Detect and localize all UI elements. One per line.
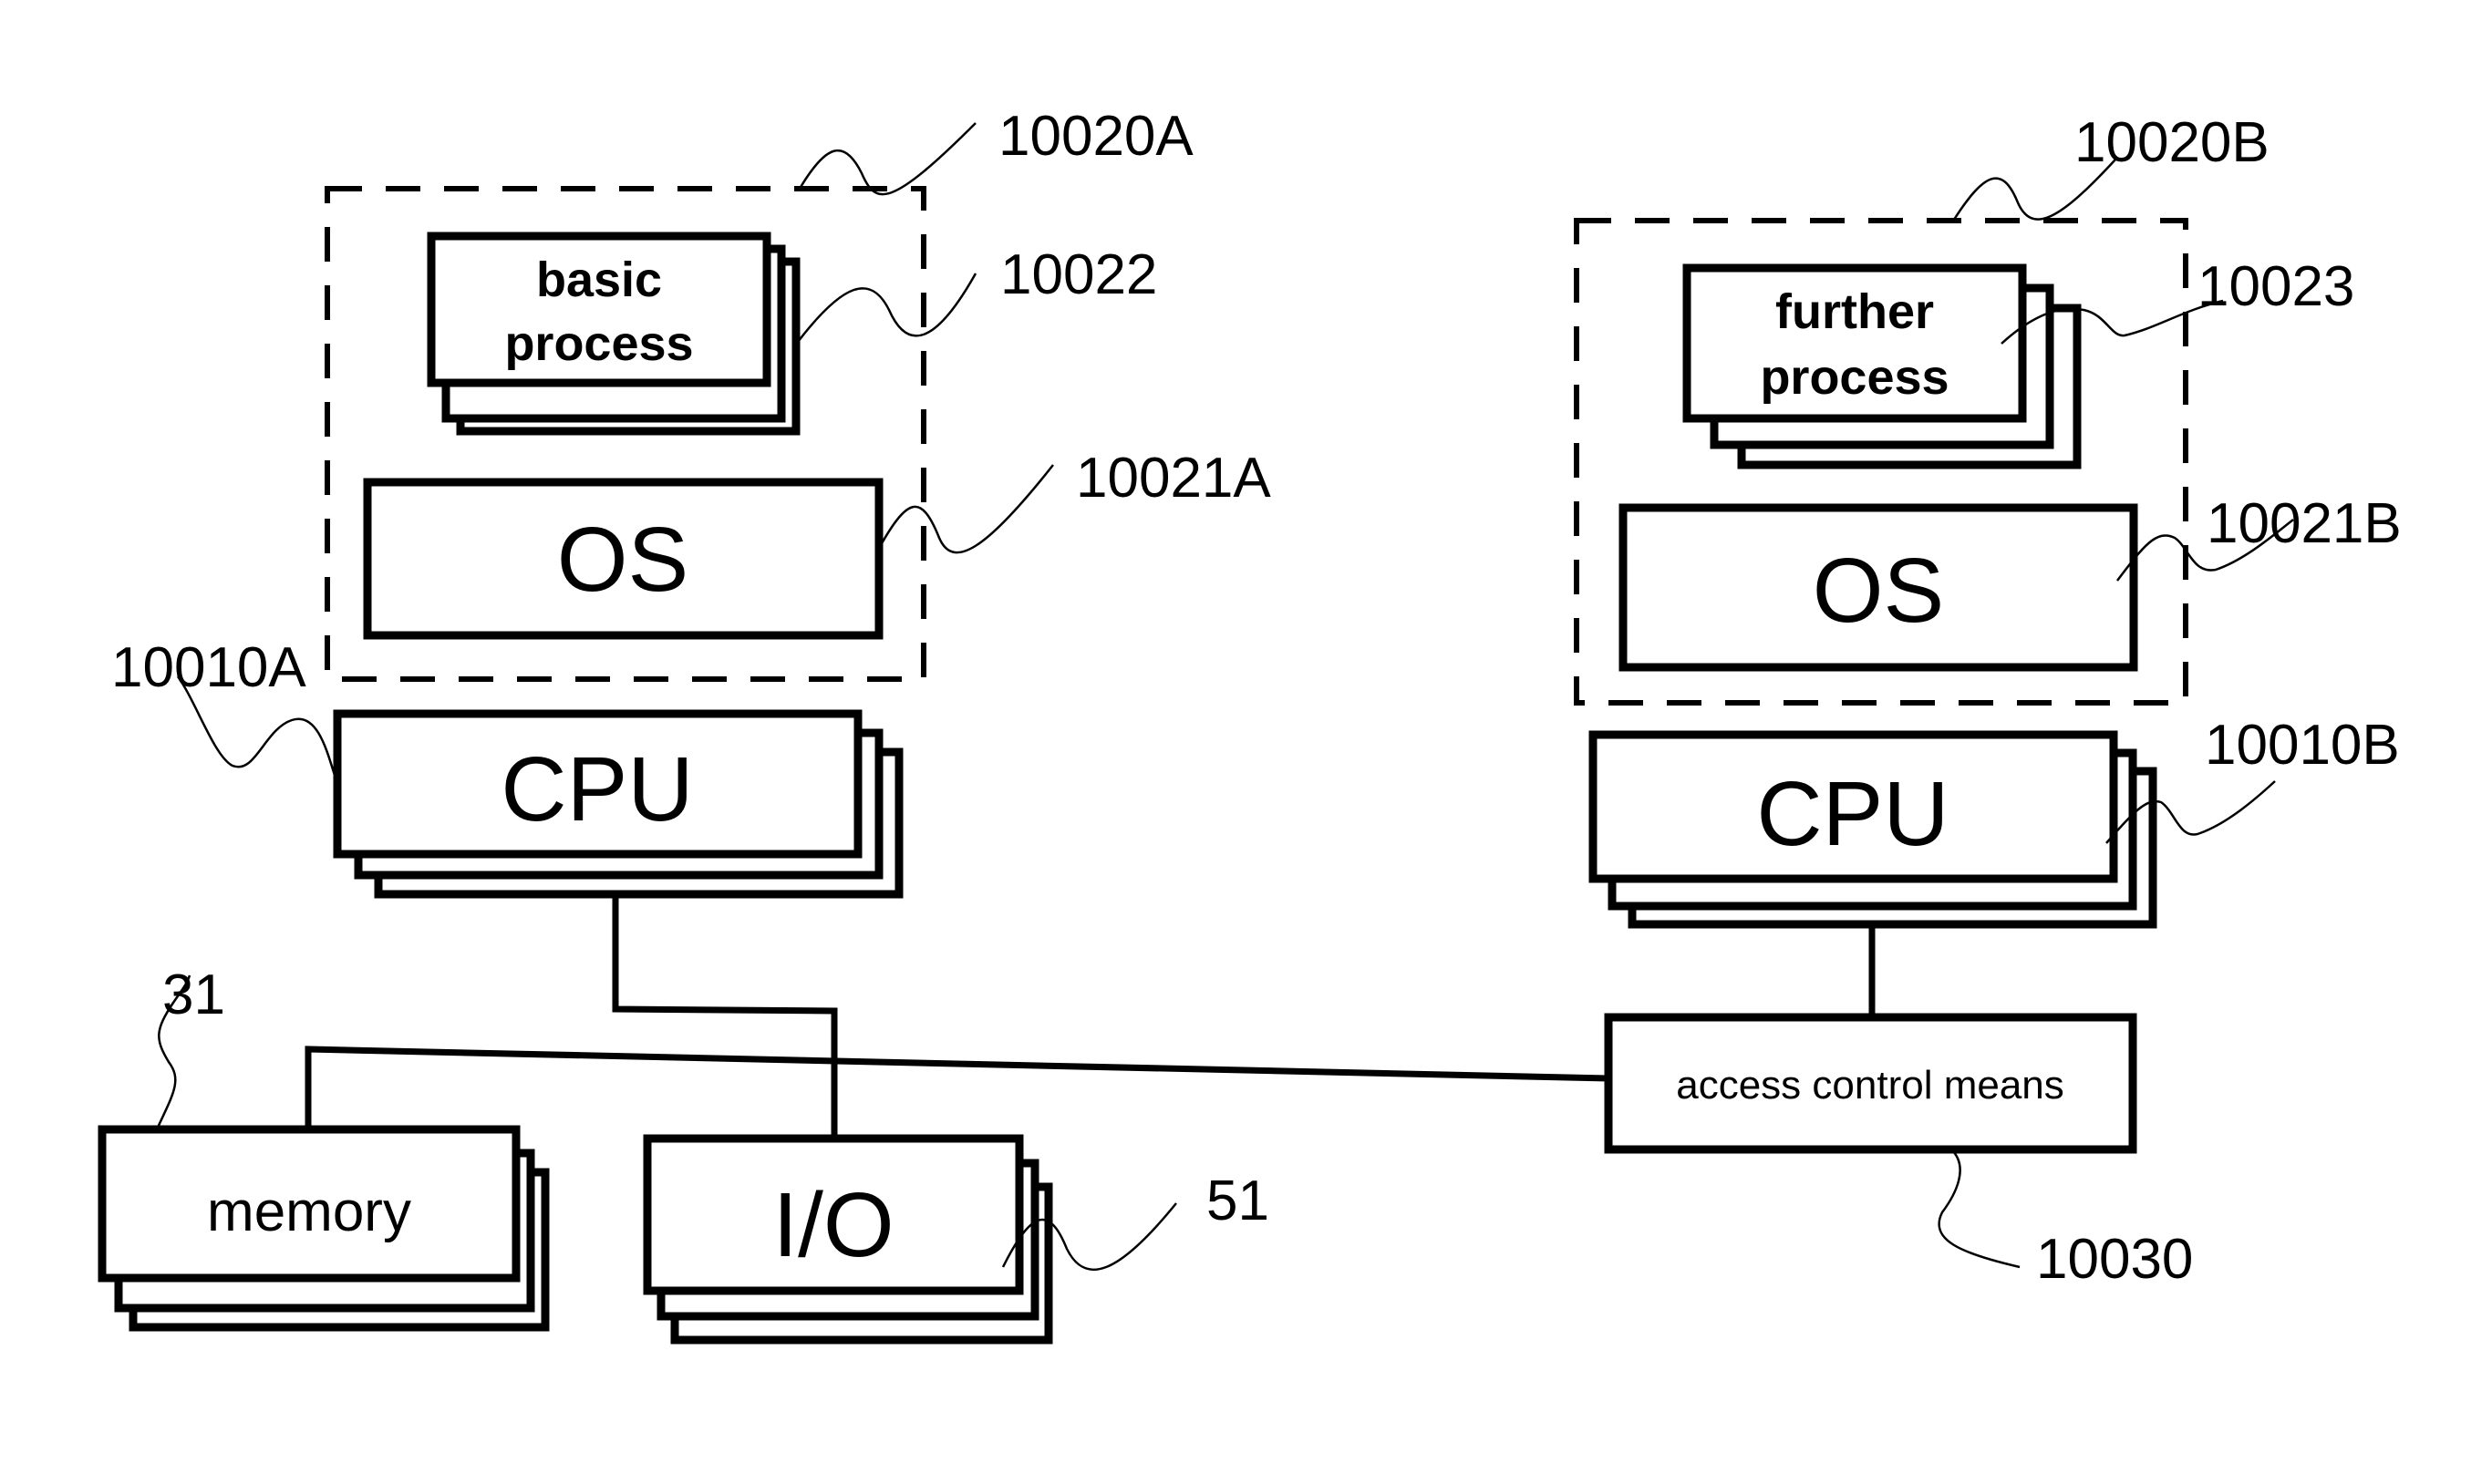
memory-label: memory — [207, 1180, 411, 1243]
further-process-stack: further process — [1682, 263, 2082, 469]
access-control-label: access control means — [1676, 1063, 2064, 1108]
ref-10010b: 10010B — [2205, 714, 2400, 777]
ref-10021a: 10021A — [1076, 447, 1271, 510]
ref-31: 31 — [162, 964, 225, 1026]
leader-10021a — [875, 464, 1054, 554]
ref-10010a: 10010A — [111, 636, 306, 699]
io-label: I/O — [772, 1174, 894, 1276]
leader-10030 — [1938, 1149, 2021, 1269]
system-diagram: basic process OS CPU further process OS … — [98, 105, 2402, 1345]
cpu-a-label: CPU — [501, 738, 693, 840]
leader-10022-b — [797, 273, 977, 343]
cpu-a-stack: CPU — [333, 709, 904, 899]
io-stack: I/O — [643, 1134, 1053, 1345]
basic-process-stack: basic process — [427, 232, 801, 436]
os-b-label: OS — [1813, 540, 1944, 642]
ref-10022: 10022 — [1000, 243, 1157, 306]
ref-10020b: 10020B — [2074, 111, 2270, 174]
ref-10030: 10030 — [2036, 1228, 2193, 1291]
cpu-a-to-io-line — [612, 898, 838, 1139]
ref-51: 51 — [1206, 1170, 1269, 1232]
ref-10023: 10023 — [2197, 255, 2354, 318]
shared-bus-line — [305, 1046, 1609, 1129]
basic-process-label-line1: basic — [536, 252, 662, 307]
ref-10021b: 10021B — [2207, 492, 2402, 555]
basic-process-label-line2: process — [504, 316, 693, 371]
further-process-label-line1: further — [1775, 284, 1934, 339]
os-a: OS — [363, 478, 884, 640]
cpu-b-stack: CPU — [1588, 730, 2157, 929]
leader-10020a — [798, 122, 977, 196]
memory-stack: memory — [98, 1125, 550, 1332]
access-control-means: access control means — [1604, 1013, 2137, 1154]
cpu-b-label: CPU — [1756, 763, 1949, 865]
os-a-label: OS — [557, 509, 688, 611]
ref-10020a: 10020A — [998, 105, 1194, 168]
further-process-label-line2: process — [1760, 350, 1949, 405]
os-b: OS — [1618, 503, 2138, 672]
